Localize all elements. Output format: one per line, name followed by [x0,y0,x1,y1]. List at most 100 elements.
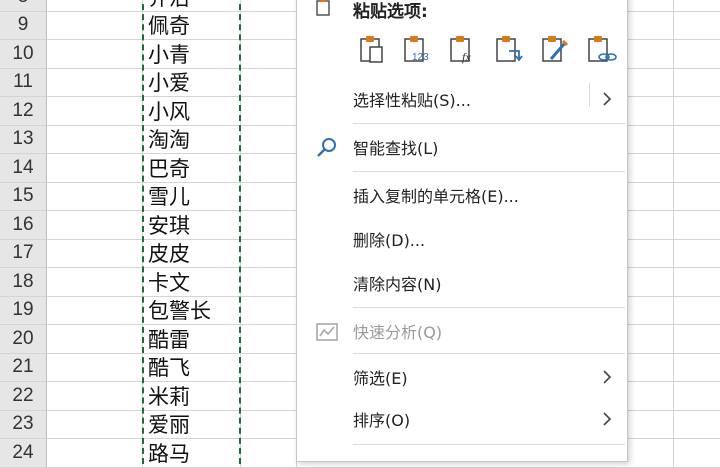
cell-a[interactable] [47,296,143,324]
cell-a[interactable] [47,125,143,153]
cell-c[interactable] [241,154,297,182]
row-header[interactable]: 14 [0,154,47,182]
cell-c[interactable] [241,68,297,96]
cell[interactable] [674,0,720,11]
row-header[interactable]: 23 [0,410,47,438]
paste-link-icon[interactable] [585,33,617,65]
cell-a[interactable] [47,0,143,11]
cell[interactable] [628,353,674,381]
cell-a[interactable] [47,97,143,125]
paste-formulas-icon[interactable]: fx [447,33,479,65]
cell[interactable] [674,354,720,382]
cell[interactable] [674,126,720,154]
cell-c[interactable] [241,382,297,410]
row-header[interactable]: 9 [0,11,47,39]
menu-item-smart-lookup[interactable]: 智能查找(L) [297,127,627,167]
cell-c[interactable] [241,182,297,210]
cell-name[interactable]: 路马 [143,439,241,467]
cell[interactable] [674,439,720,467]
cell-c[interactable] [241,439,297,467]
cell[interactable] [628,325,674,353]
row-header[interactable]: 22 [0,382,47,410]
cell[interactable] [674,268,720,296]
cell-c[interactable] [241,268,297,296]
cell[interactable] [674,97,720,125]
row-header[interactable]: 15 [0,182,47,210]
cell-a[interactable] [47,211,143,239]
cell[interactable] [628,382,674,410]
cell-c[interactable] [241,11,297,39]
paste-icon[interactable] [355,33,387,65]
cell-c[interactable] [241,125,297,153]
menu-item-paste-special[interactable]: 选择性粘贴(S)... [297,79,627,119]
cell[interactable] [674,154,720,182]
cell-name[interactable]: 皮皮 [143,239,241,267]
cell[interactable] [674,40,720,68]
cell-name[interactable]: 爱丽 [143,410,241,438]
cell[interactable] [674,325,720,353]
cell[interactable] [628,182,674,210]
cell-a[interactable] [47,439,143,467]
cell-c[interactable] [241,40,297,68]
cell[interactable] [628,154,674,182]
row-header[interactable]: 8 [0,0,47,11]
cell[interactable] [674,411,720,439]
cell-name[interactable]: 雪儿 [143,182,241,210]
cell-c[interactable] [241,325,297,353]
cell-name[interactable]: 淘淘 [143,125,241,153]
cell-name[interactable]: 巴奇 [143,154,241,182]
cell[interactable] [628,0,674,11]
cell-a[interactable] [47,68,143,96]
cell[interactable] [674,240,720,268]
menu-item-insert-copied-cells[interactable]: 插入复制的单元格(E)... [297,175,627,215]
cell[interactable] [628,268,674,296]
paste-formatting-icon[interactable] [539,33,571,65]
cell-name[interactable]: 小爱 [143,68,241,96]
cell-c[interactable] [241,97,297,125]
cell-c[interactable] [241,0,297,11]
cell-c[interactable] [241,239,297,267]
row-header[interactable]: 18 [0,268,47,296]
cell[interactable] [674,382,720,410]
cell[interactable] [674,183,720,211]
cell[interactable] [674,211,720,239]
cell-a[interactable] [47,325,143,353]
menu-item-filter[interactable]: 筛选(E) [297,357,627,397]
cell-a[interactable] [47,154,143,182]
cell-a[interactable] [47,382,143,410]
paste-values-icon[interactable]: 123 [401,33,433,65]
cell-name[interactable]: 包警长 [143,296,241,324]
cell[interactable] [628,296,674,324]
cell[interactable] [674,297,720,325]
paste-transpose-icon[interactable] [493,33,525,65]
cell-name[interactable]: 酷雷 [143,325,241,353]
cell[interactable] [628,97,674,125]
cell[interactable] [674,12,720,40]
row-header[interactable]: 11 [0,68,47,96]
menu-item-delete[interactable]: 删除(D)... [297,219,627,259]
row-header[interactable]: 12 [0,97,47,125]
cell-c[interactable] [241,296,297,324]
cell-a[interactable] [47,11,143,39]
row-header[interactable]: 24 [0,439,47,467]
row-header[interactable]: 10 [0,40,47,68]
menu-item-clear-contents[interactable]: 清除内容(N) [297,263,627,303]
row-header[interactable]: 13 [0,125,47,153]
row-header[interactable]: 21 [0,353,47,381]
cell[interactable] [628,125,674,153]
menu-item-sort[interactable]: 排序(O) [297,399,627,439]
row-header[interactable]: 19 [0,296,47,324]
cell-a[interactable] [47,239,143,267]
cell-a[interactable] [47,182,143,210]
cell-name[interactable]: 卡文 [143,268,241,296]
cell-name[interactable]: 小风 [143,97,241,125]
cell[interactable] [674,69,720,97]
context-menu[interactable]: 粘贴选项: 123 fx 选择性粘贴(S)... 智能查找(L) 插入复制的单元… [296,0,628,462]
cell-c[interactable] [241,410,297,438]
cell[interactable] [628,239,674,267]
cell[interactable] [628,211,674,239]
cell[interactable] [628,410,674,438]
cell-name[interactable]: 米莉 [143,382,241,410]
cell[interactable] [628,40,674,68]
cell[interactable] [628,439,674,467]
